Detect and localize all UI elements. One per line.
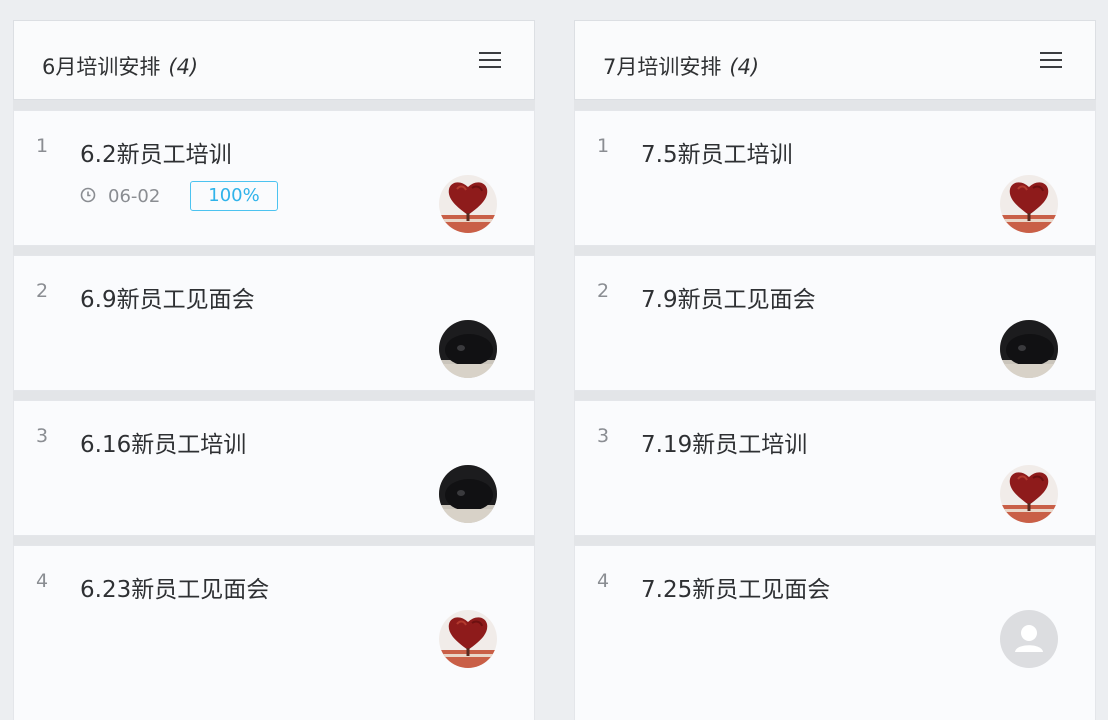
task-card[interactable]: 3 6.16新员工培训 [13,400,535,536]
progress-badge: 100% [190,181,278,211]
card-index: 4 [597,570,610,592]
clock-icon [80,187,96,203]
avatar-photo [439,610,497,668]
hamburger-menu-icon[interactable] [1040,51,1062,69]
board-column-july: 7月培训安排 (4) 1 7.5新员工培训 2 7.9新员工见面会 3 7.19新… [574,20,1096,720]
column-header: 7月培训安排 (4) [574,20,1096,100]
assignee-avatar[interactable] [1000,320,1058,378]
card-title: 6.16新员工培训 [80,432,247,458]
assignee-avatar[interactable] [439,175,497,233]
avatar-photo [439,465,497,523]
column-header: 6月培训安排 (4) [13,20,535,100]
card-due-date: 06-02 [108,186,161,207]
task-card[interactable]: 4 7.25新员工见面会 [574,545,1096,720]
card-index: 1 [597,135,610,157]
card-title: 7.19新员工培训 [641,432,808,458]
card-index: 3 [597,425,610,447]
board-column-june: 6月培训安排 (4) 1 6.2新员工培训 06-02 100% 2 6.9新员工… [13,20,535,720]
avatar-photo [1000,465,1058,523]
assignee-avatar[interactable] [1000,465,1058,523]
assignee-avatar[interactable] [439,320,497,378]
default-user-icon [1000,610,1058,668]
card-title: 7.9新员工见面会 [641,287,816,313]
card-index: 3 [36,425,49,447]
column-title-text: 7月培训安排 [603,55,722,79]
column-card-count: (4) [729,55,760,79]
card-title: 6.9新员工见面会 [80,287,255,313]
assignee-avatar[interactable] [439,610,497,668]
card-index: 2 [36,280,49,302]
column-title-text: 6月培训安排 [42,55,161,79]
assignee-avatar[interactable] [439,465,497,523]
avatar-photo [439,175,497,233]
card-title: 7.5新员工培训 [641,142,793,168]
avatar-photo [1000,320,1058,378]
card-title: 6.23新员工见面会 [80,577,270,603]
card-index: 4 [36,570,49,592]
assignee-avatar[interactable] [1000,175,1058,233]
assignee-avatar[interactable] [1000,610,1058,668]
task-card[interactable]: 2 6.9新员工见面会 [13,255,535,391]
card-index: 2 [597,280,610,302]
task-card[interactable]: 1 7.5新员工培训 [574,110,1096,246]
task-card[interactable]: 2 7.9新员工见面会 [574,255,1096,391]
task-card[interactable]: 4 6.23新员工见面会 [13,545,535,720]
card-index: 1 [36,135,49,157]
column-card-count: (4) [168,55,199,79]
card-title: 7.25新员工见面会 [641,577,831,603]
column-title: 6月培训安排 (4) [42,51,198,81]
hamburger-menu-icon[interactable] [479,51,501,69]
card-title: 6.2新员工培训 [80,142,232,168]
column-title: 7月培训安排 (4) [603,51,759,81]
avatar-photo [439,320,497,378]
task-card[interactable]: 1 6.2新员工培训 06-02 100% [13,110,535,246]
avatar-photo [1000,175,1058,233]
task-card[interactable]: 3 7.19新员工培训 [574,400,1096,536]
